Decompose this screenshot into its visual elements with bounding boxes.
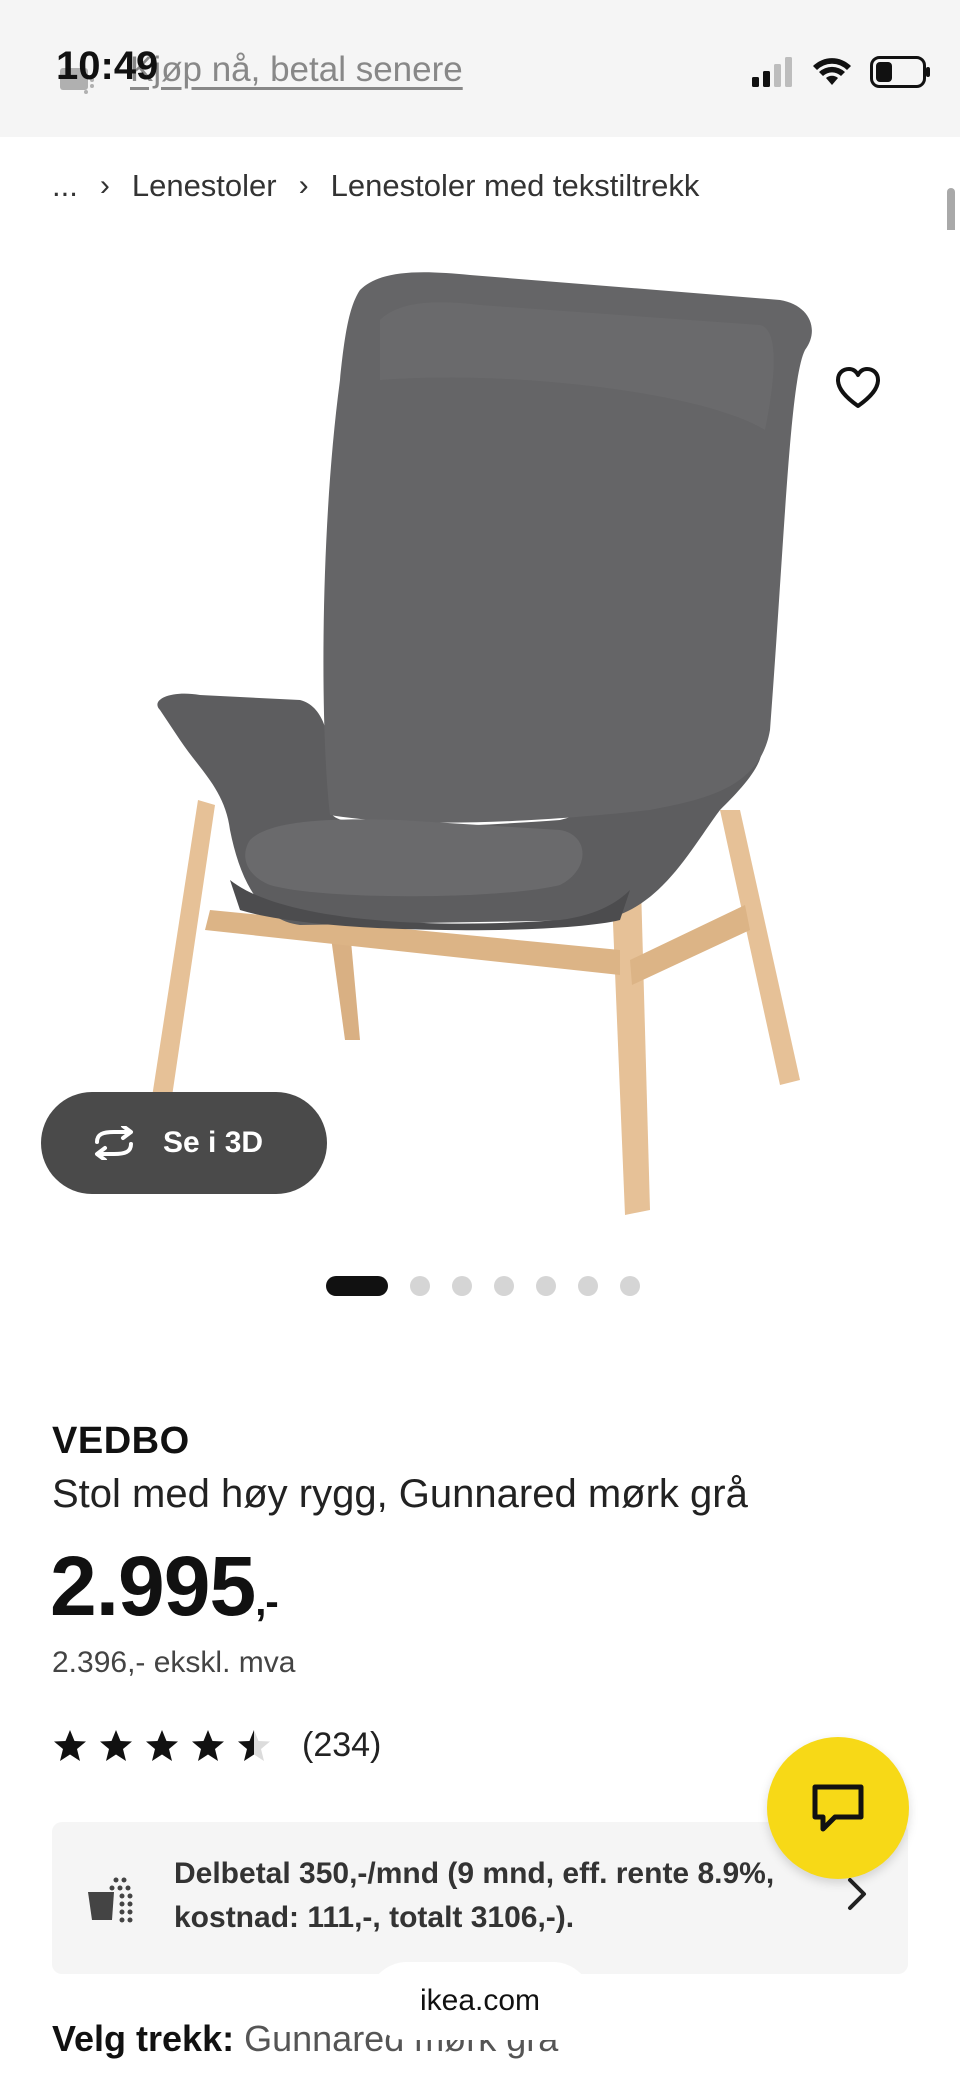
financing-text: Delbetal 350,-/mnd (9 mnd, eff. rente 8.… [174, 1857, 775, 1934]
status-icons [752, 52, 932, 92]
wifi-icon [813, 58, 851, 85]
chevron-right-icon: › [99, 169, 110, 202]
gallery-dot[interactable] [536, 1276, 556, 1296]
star-icon [192, 1729, 224, 1761]
signal-icon [752, 57, 792, 87]
product-rating[interactable]: (234) [52, 1726, 381, 1765]
price-suffix: ,- [255, 1580, 278, 1624]
gallery-dot[interactable] [578, 1276, 598, 1296]
product-price: 2.995,- [50, 1538, 279, 1635]
chat-bubble-icon [812, 1784, 864, 1832]
battery-icon [870, 56, 930, 88]
view-in-3d-button[interactable]: Se i 3D [41, 1092, 327, 1194]
gallery-dot[interactable] [620, 1276, 640, 1296]
gallery-dot[interactable] [410, 1276, 430, 1296]
installment-icon [88, 1877, 133, 1923]
product-brand: VEDBO [52, 1420, 190, 1462]
gallery-dot[interactable] [494, 1276, 514, 1296]
breadcrumb-ellipsis[interactable]: ... [52, 168, 78, 204]
review-count[interactable]: (234) [302, 1726, 381, 1765]
gallery-dot[interactable] [452, 1276, 472, 1296]
choose-cover-label: Velg trekk: [52, 2018, 235, 2059]
promo-link[interactable]: Kjøp nå, betal senere [130, 50, 463, 90]
chevron-right-icon [848, 1878, 866, 1910]
star-icon [146, 1729, 178, 1761]
chevron-right-icon: › [298, 169, 309, 202]
rotate-3d-icon [95, 1126, 133, 1160]
star-icon [100, 1729, 132, 1761]
top-bar: Kjøp nå, betal senere 10:49 [0, 0, 960, 137]
status-time: 10:49 [56, 44, 159, 88]
view-in-3d-label: Se i 3D [163, 1126, 264, 1159]
browser-url-bar[interactable]: ikea.com [368, 1962, 592, 2040]
gallery-dot-active[interactable] [326, 1276, 388, 1296]
chat-button[interactable] [767, 1737, 909, 1879]
breadcrumb: ... › Lenestoler › Lenestoler med teksti… [52, 168, 699, 204]
breadcrumb-item-lenestoler[interactable]: Lenestoler [132, 168, 277, 204]
product-description: Stol med høy rygg, Gunnared mørk grå [52, 1472, 748, 1516]
heart-icon [836, 367, 880, 408]
gallery-pagination [326, 1276, 640, 1296]
price-ex-vat: 2.396,- ekskl. mva [52, 1646, 296, 1679]
favorite-button[interactable] [810, 340, 906, 436]
star-icon [54, 1729, 86, 1761]
half-star-icon [238, 1729, 270, 1761]
price-value: 2.995 [50, 1539, 256, 1633]
breadcrumb-item-tekstiltrekk[interactable]: Lenestoler med tekstiltrekk [331, 168, 700, 204]
